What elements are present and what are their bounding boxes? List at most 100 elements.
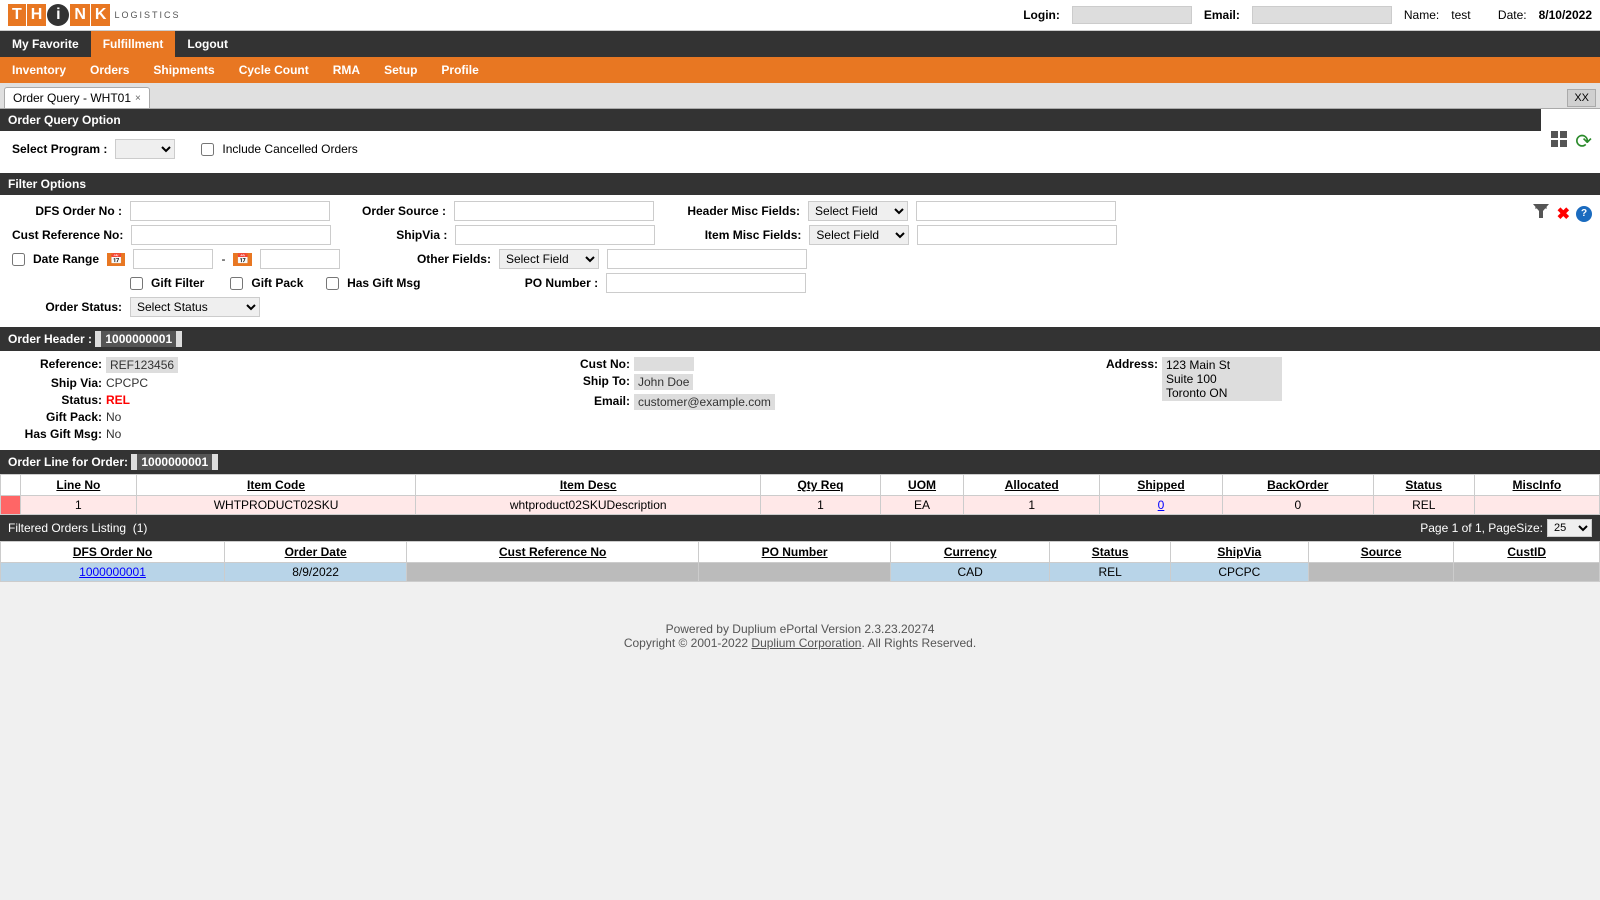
th-misc-info[interactable]: MiscInfo (1474, 475, 1599, 496)
fo-td-order-no[interactable]: 1000000001 (1, 563, 225, 582)
th-uom-link[interactable]: UOM (908, 478, 936, 492)
th-uom[interactable]: UOM (880, 475, 963, 496)
fo-th-cust-id[interactable]: CustID (1454, 542, 1600, 563)
other-fields-select[interactable]: Select Field (499, 249, 599, 269)
order-line-title: Order Line for Order: (8, 455, 128, 469)
fo-th-status[interactable]: Status (1050, 542, 1171, 563)
footer-line2: Copyright © 2001-2022 Duplium Corporatio… (20, 636, 1580, 650)
fo-th-order-date[interactable]: Order Date (225, 542, 407, 563)
th-status-link[interactable]: Status (1405, 478, 1442, 492)
export-icon[interactable] (1549, 129, 1569, 154)
header-misc-select[interactable]: Select Field (808, 201, 908, 221)
filtered-orders-title: Filtered Orders Listing (1) (8, 521, 147, 535)
td-shipped-link[interactable]: 0 (1158, 498, 1165, 512)
po-number-input[interactable] (606, 273, 806, 293)
gift-filter-checkbox[interactable] (130, 277, 143, 290)
tab-close[interactable]: × (135, 93, 141, 104)
logo-n: N (70, 4, 90, 26)
fo-td-order-no-link[interactable]: 1000000001 (79, 565, 146, 579)
page-size-select[interactable]: 25 50 100 (1547, 519, 1592, 537)
date-to-cal-btn[interactable]: 📅 (233, 253, 251, 266)
th-item-code[interactable]: Item Code (136, 475, 416, 496)
th-item-desc[interactable]: Item Desc (416, 475, 761, 496)
fo-th-source[interactable]: Source (1308, 542, 1454, 563)
order-line-header-row: Line No Item Code Item Desc Qty Req UOM … (1, 475, 1600, 496)
date-to-input[interactable] (260, 249, 340, 269)
fo-th-status-link[interactable]: Status (1092, 545, 1129, 559)
date-from-input[interactable] (133, 249, 213, 269)
gift-pack-checkbox[interactable] (230, 277, 243, 290)
footer-line1: Powered by Duplium ePortal Version 2.3.2… (20, 622, 1580, 636)
nav1-fulfillment[interactable]: Fulfillment (91, 31, 176, 57)
item-misc-value-input[interactable] (917, 225, 1117, 245)
email-input[interactable] (1252, 6, 1392, 24)
th-line-no-link[interactable]: Line No (56, 478, 100, 492)
date-range-checkbox[interactable] (12, 253, 25, 266)
th-misc-info-link[interactable]: MiscInfo (1513, 478, 1562, 492)
th-shipped-link[interactable]: Shipped (1137, 478, 1184, 492)
th-allocated[interactable]: Allocated (964, 475, 1100, 496)
nav1-logout[interactable]: Logout (175, 31, 240, 57)
nav2-profile[interactable]: Profile (429, 57, 490, 83)
th-item-desc-link[interactable]: Item Desc (560, 478, 617, 492)
cust-no-label: Cust No: (540, 357, 630, 371)
clear-filter-icon[interactable]: ✖ (1557, 204, 1570, 224)
th-allocated-link[interactable]: Allocated (1005, 478, 1059, 492)
th-qty-req-link[interactable]: Qty Req (797, 478, 843, 492)
nav2-orders[interactable]: Orders (78, 57, 141, 83)
order-query-tab[interactable]: Order Query - WHT01 × (4, 87, 150, 108)
fo-th-cust-ref-link[interactable]: Cust Reference No (499, 545, 606, 559)
fo-th-currency[interactable]: Currency (890, 542, 1049, 563)
item-misc-select[interactable]: Select Field (809, 225, 909, 245)
footer-link[interactable]: Duplium Corporation (751, 636, 861, 650)
fo-th-order-date-link[interactable]: Order Date (285, 545, 347, 559)
th-shipped[interactable]: Shipped (1100, 475, 1223, 496)
has-gift-msg-checkbox[interactable] (326, 277, 339, 290)
th-item-code-link[interactable]: Item Code (247, 478, 305, 492)
fo-th-order-no[interactable]: DFS Order No (1, 542, 225, 563)
cust-ref-no-input[interactable] (131, 225, 331, 245)
header-misc-value-input[interactable] (916, 201, 1116, 221)
tab-close-button[interactable]: XX (1567, 89, 1596, 107)
help-icon[interactable]: ? (1576, 206, 1592, 222)
fo-th-po-number[interactable]: PO Number (699, 542, 891, 563)
td-shipped[interactable]: 0 (1100, 496, 1223, 515)
reference-value: REF123456 (106, 357, 178, 373)
fo-th-po-number-link[interactable]: PO Number (762, 545, 828, 559)
nav2-cycle-count[interactable]: Cycle Count (227, 57, 321, 83)
nav2-setup[interactable]: Setup (372, 57, 429, 83)
logo-box: T H i N K (8, 4, 110, 26)
login-input[interactable] (1072, 6, 1192, 24)
nav1-my-favorite[interactable]: My Favorite (0, 31, 91, 57)
cust-no-value (634, 357, 694, 371)
dfs-order-no-input[interactable] (130, 201, 330, 221)
order-header-col1: Reference: REF123456 Ship Via: CPCPC Sta… (12, 357, 532, 444)
th-backorder-link[interactable]: BackOrder (1267, 478, 1328, 492)
th-status[interactable]: Status (1373, 475, 1474, 496)
ship-via-input[interactable] (455, 225, 655, 245)
filter-funnel-icon[interactable] (1531, 201, 1551, 226)
refresh-icon[interactable]: ⟳ (1575, 129, 1592, 154)
th-backorder[interactable]: BackOrder (1222, 475, 1373, 496)
nav2-rma[interactable]: RMA (321, 57, 372, 83)
th-qty-req[interactable]: Qty Req (761, 475, 881, 496)
date-from-cal-btn[interactable]: 📅 (107, 253, 125, 266)
order-status-select[interactable]: Select Status REL HOLD PEND (130, 297, 260, 317)
other-fields-value-input[interactable] (607, 249, 807, 269)
order-source-input[interactable] (454, 201, 654, 221)
order-header-col3: Address: 123 Main St Suite 100 Toronto O… (1068, 357, 1588, 444)
fo-th-cust-id-link[interactable]: CustID (1507, 545, 1546, 559)
fo-th-currency-link[interactable]: Currency (944, 545, 997, 559)
th-line-no[interactable]: Line No (21, 475, 137, 496)
fo-th-cust-ref[interactable]: Cust Reference No (407, 542, 699, 563)
filtered-orders-row[interactable]: 1000000001 8/9/2022 CAD REL CPCPC (1, 563, 1600, 582)
fo-th-source-link[interactable]: Source (1361, 545, 1402, 559)
fo-th-ship-via[interactable]: ShipVia (1170, 542, 1308, 563)
nav2-inventory[interactable]: Inventory (0, 57, 78, 83)
gift-pack-row: Gift Pack: No (12, 410, 532, 424)
fo-th-ship-via-link[interactable]: ShipVia (1217, 545, 1261, 559)
program-select[interactable] (115, 139, 175, 159)
fo-th-order-no-link[interactable]: DFS Order No (73, 545, 152, 559)
include-cancelled-checkbox[interactable] (201, 143, 214, 156)
nav2-shipments[interactable]: Shipments (141, 57, 226, 83)
